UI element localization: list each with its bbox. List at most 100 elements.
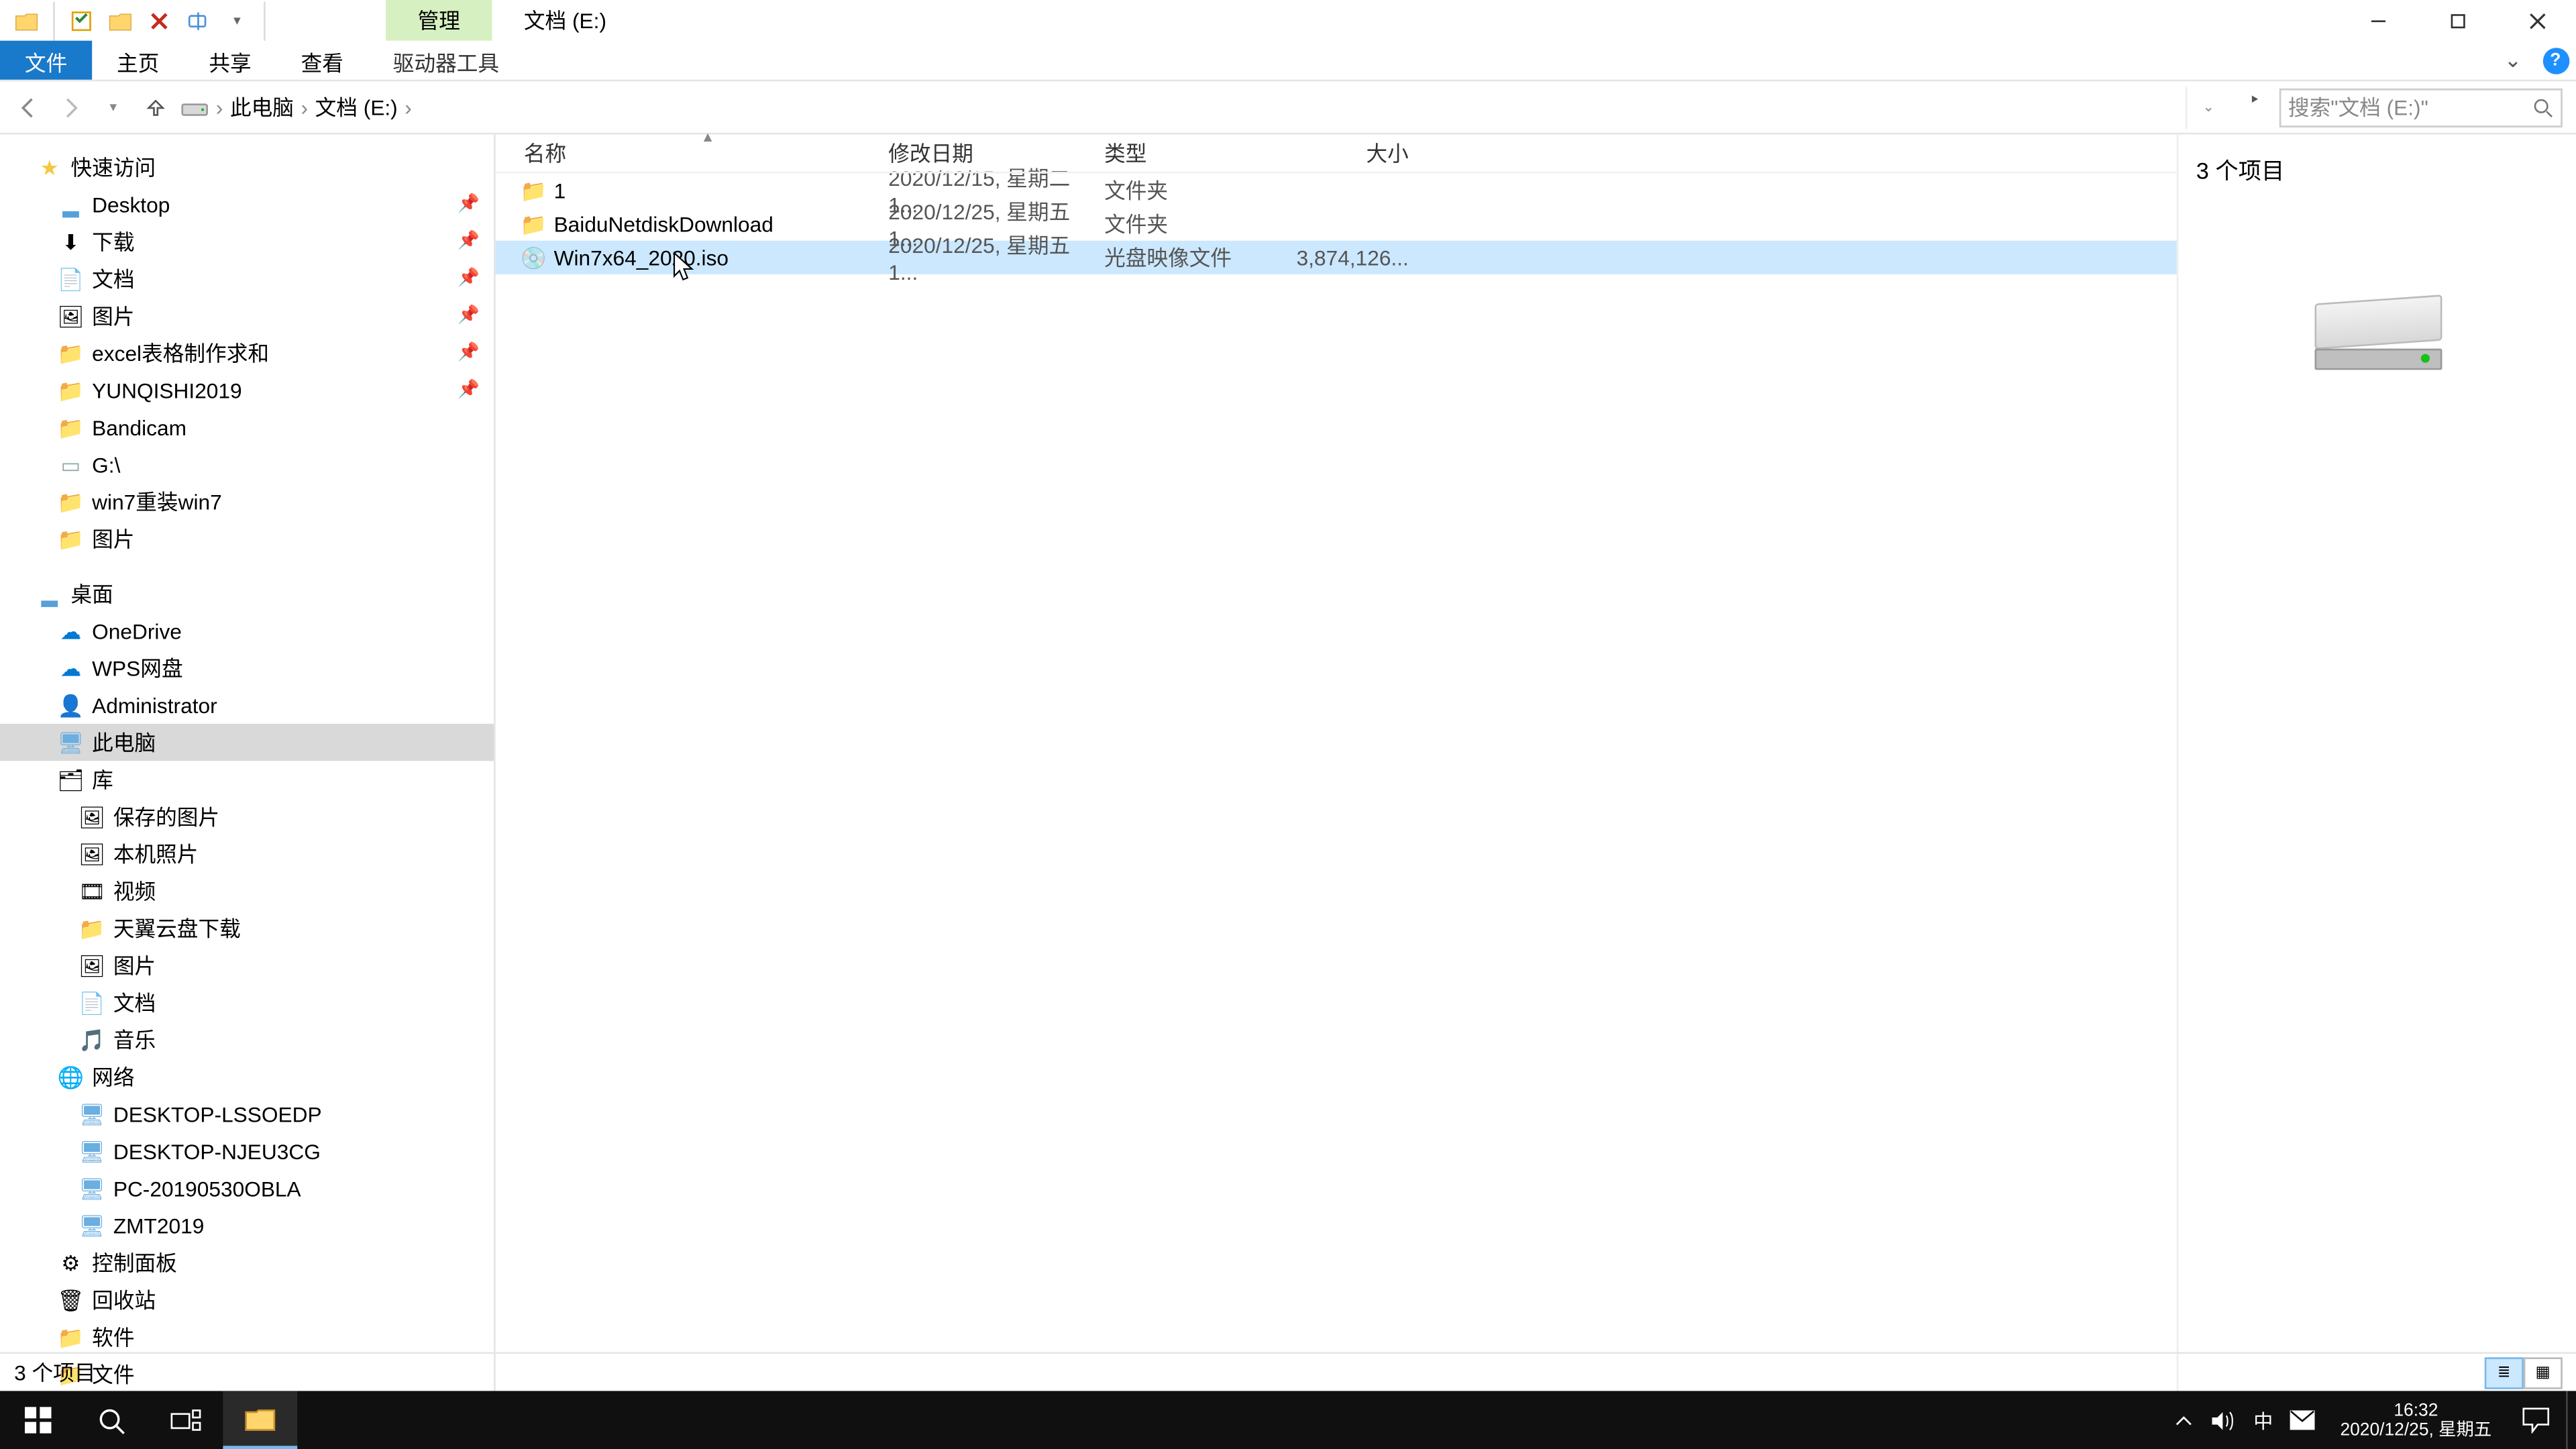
taskbar[interactable]: 中 16:32 2020/12/25, 星期五 [0, 1391, 2576, 1449]
tree-onedrive[interactable]: ☁OneDrive [0, 612, 494, 649]
tree-label: 文档 [92, 264, 134, 294]
tree-tianyi[interactable]: 📁天翼云盘下载 [0, 910, 494, 947]
tree-desktop-cn[interactable]: ▂桌面 [0, 575, 494, 612]
tree-libraries[interactable]: 🗂库 [0, 761, 494, 798]
mail-icon[interactable] [2291, 1410, 2316, 1430]
maximize-button[interactable] [2418, 1, 2498, 40]
minimize-button[interactable] [2338, 1, 2418, 40]
tree-label: 保存的图片 [113, 802, 219, 832]
column-size[interactable]: 大小 [1285, 138, 1426, 168]
forward-button[interactable] [50, 86, 92, 128]
show-desktop-button[interactable] [2566, 1391, 2576, 1449]
explorer-taskbar-button[interactable] [223, 1391, 297, 1449]
tree-pictures[interactable]: 🖼图片📌 [0, 297, 494, 334]
file-row[interactable]: 📁BaiduNetdiskDownload 2020/12/25, 星期五 1.… [496, 207, 2177, 241]
qat-dropdown-icon[interactable]: ▾ [217, 1, 256, 40]
contextual-tab-label[interactable]: 管理 [386, 0, 492, 41]
qat-properties-icon[interactable] [62, 1, 101, 40]
tree-network[interactable]: 🌐网络 [0, 1059, 494, 1095]
qat-new-folder-icon[interactable] [101, 1, 140, 40]
tree-lib-pictures[interactable]: 🖼图片 [0, 947, 494, 983]
breadcrumb-sep[interactable]: › [213, 95, 227, 119]
details-view-button[interactable]: ≣ [2485, 1356, 2524, 1388]
tree-gdrive[interactable]: ▭G:\ [0, 446, 494, 483]
tree-saved-pics[interactable]: 🖼保存的图片 [0, 798, 494, 835]
tree-pc4[interactable]: 🖥ZMT2019 [0, 1207, 494, 1244]
tree-documents[interactable]: 📄文档📌 [0, 260, 494, 297]
column-date[interactable]: 修改日期 [888, 138, 1104, 168]
tree-quick-access[interactable]: ★快速访问 [0, 149, 494, 186]
tree-camera-roll[interactable]: 🖼本机照片 [0, 835, 494, 872]
clock[interactable]: 16:32 2020/12/25, 星期五 [2326, 1397, 2506, 1444]
tree-desktop[interactable]: ▂Desktop📌 [0, 186, 494, 223]
breadcrumb-sep[interactable]: › [401, 95, 415, 119]
tree-pc1[interactable]: 🖥DESKTOP-LSSOEDP [0, 1095, 494, 1132]
tree-lib-docs[interactable]: 📄文档 [0, 984, 494, 1021]
address-dropdown[interactable]: ⌄ [2188, 86, 2230, 128]
search-placeholder: 搜索"文档 (E:)" [2288, 92, 2428, 122]
thumbnails-view-button[interactable]: ▦ [2524, 1356, 2563, 1388]
qat-delete-icon[interactable] [140, 1, 178, 40]
up-button[interactable] [134, 86, 176, 128]
column-name[interactable]: 名称 [496, 138, 889, 168]
tree-pictures2[interactable]: 📁图片 [0, 521, 494, 557]
tray-chevron-up-icon[interactable] [2176, 1411, 2193, 1429]
system-tray[interactable]: 中 [2165, 1406, 2326, 1434]
start-button[interactable] [0, 1391, 74, 1449]
tree-excel[interactable]: 📁excel表格制作求和📌 [0, 335, 494, 372]
breadcrumb-sep[interactable]: › [297, 95, 311, 119]
tab-home[interactable]: 主页 [92, 41, 184, 80]
file-row[interactable]: 📁1 2020/12/15, 星期二 1... 文件夹 [496, 174, 2177, 207]
search-icon[interactable] [2532, 97, 2554, 118]
breadcrumb[interactable]: › 此电脑 › 文档 (E:) › [177, 92, 2186, 122]
breadcrumb-root[interactable]: 此电脑 [230, 92, 294, 122]
tree-this-pc[interactable]: 🖥此电脑 [0, 724, 494, 761]
tree-videos[interactable]: 🎞视频 [0, 873, 494, 910]
tree-label: 下载 [92, 227, 134, 257]
tree-win7reinstall[interactable]: 📁win7重装win7 [0, 483, 494, 520]
close-button[interactable] [2497, 1, 2576, 40]
file-list-header[interactable]: ▲ 名称 修改日期 类型 大小 [496, 134, 2177, 173]
tab-share[interactable]: 共享 [184, 41, 276, 80]
tab-file[interactable]: 文件 [0, 41, 92, 80]
search-button[interactable] [74, 1391, 149, 1449]
tree-pc2[interactable]: 🖥DESKTOP-NJEU3CG [0, 1132, 494, 1169]
action-center-button[interactable] [2506, 1391, 2566, 1449]
volume-icon[interactable] [2211, 1409, 2236, 1431]
tree-admin[interactable]: 👤Administrator [0, 687, 494, 724]
tab-view[interactable]: 查看 [276, 41, 368, 80]
tree-yunqishi[interactable]: 📁YUNQISHI2019📌 [0, 372, 494, 409]
pc-icon: 🖥 [78, 1100, 106, 1128]
recent-dropdown[interactable]: ▾ [92, 86, 134, 128]
tree-software[interactable]: 📁软件 [0, 1318, 494, 1355]
back-button[interactable] [7, 86, 50, 128]
picture-icon: 🖼 [78, 840, 106, 868]
app-icon [7, 1, 46, 40]
tree-recycle[interactable]: 🗑回收站 [0, 1281, 494, 1318]
tree-wps[interactable]: ☁WPS网盘 [0, 649, 494, 686]
qat-rename-icon[interactable] [178, 1, 217, 40]
clock-date: 2020/12/25, 星期五 [2340, 1420, 2491, 1440]
file-list[interactable]: ▲ 名称 修改日期 类型 大小 📁1 2020/12/15, 星期二 1... … [496, 134, 2179, 1408]
qat-separator [53, 1, 55, 40]
tree-lib-music[interactable]: 🎵音乐 [0, 1021, 494, 1058]
tree-pc3[interactable]: 🖥PC-20190530OBLA [0, 1170, 494, 1207]
breadcrumb-current[interactable]: 文档 (E:) [315, 92, 398, 122]
search-input[interactable]: 搜索"文档 (E:)" [2279, 88, 2563, 127]
task-view-button[interactable] [149, 1391, 223, 1449]
iso-file-icon: 💿 [521, 245, 547, 270]
tree-control-panel[interactable]: ⚙控制面板 [0, 1244, 494, 1281]
ribbon-collapse-icon[interactable]: ⌄ [2491, 41, 2534, 80]
cloud-icon: ☁ [56, 654, 85, 682]
file-row[interactable]: 💿Win7x64_2020.iso 2020/12/25, 星期五 1... 光… [496, 241, 2177, 274]
tree-bandicam[interactable]: 📁Bandicam [0, 409, 494, 445]
tree-label: Bandicam [92, 415, 186, 440]
control-panel-icon: ⚙ [56, 1248, 85, 1277]
tab-drive-tools[interactable]: 驱动器工具 [368, 41, 524, 80]
tree-downloads[interactable]: ⬇下载📌 [0, 223, 494, 260]
refresh-button[interactable] [2230, 86, 2272, 128]
ime-indicator[interactable]: 中 [2253, 1406, 2273, 1434]
help-button[interactable]: ? [2534, 41, 2576, 80]
column-type[interactable]: 类型 [1104, 138, 1285, 168]
nav-tree[interactable]: ★快速访问 ▂Desktop📌 ⬇下载📌 📄文档📌 🖼图片📌 📁excel表格制… [0, 134, 496, 1408]
